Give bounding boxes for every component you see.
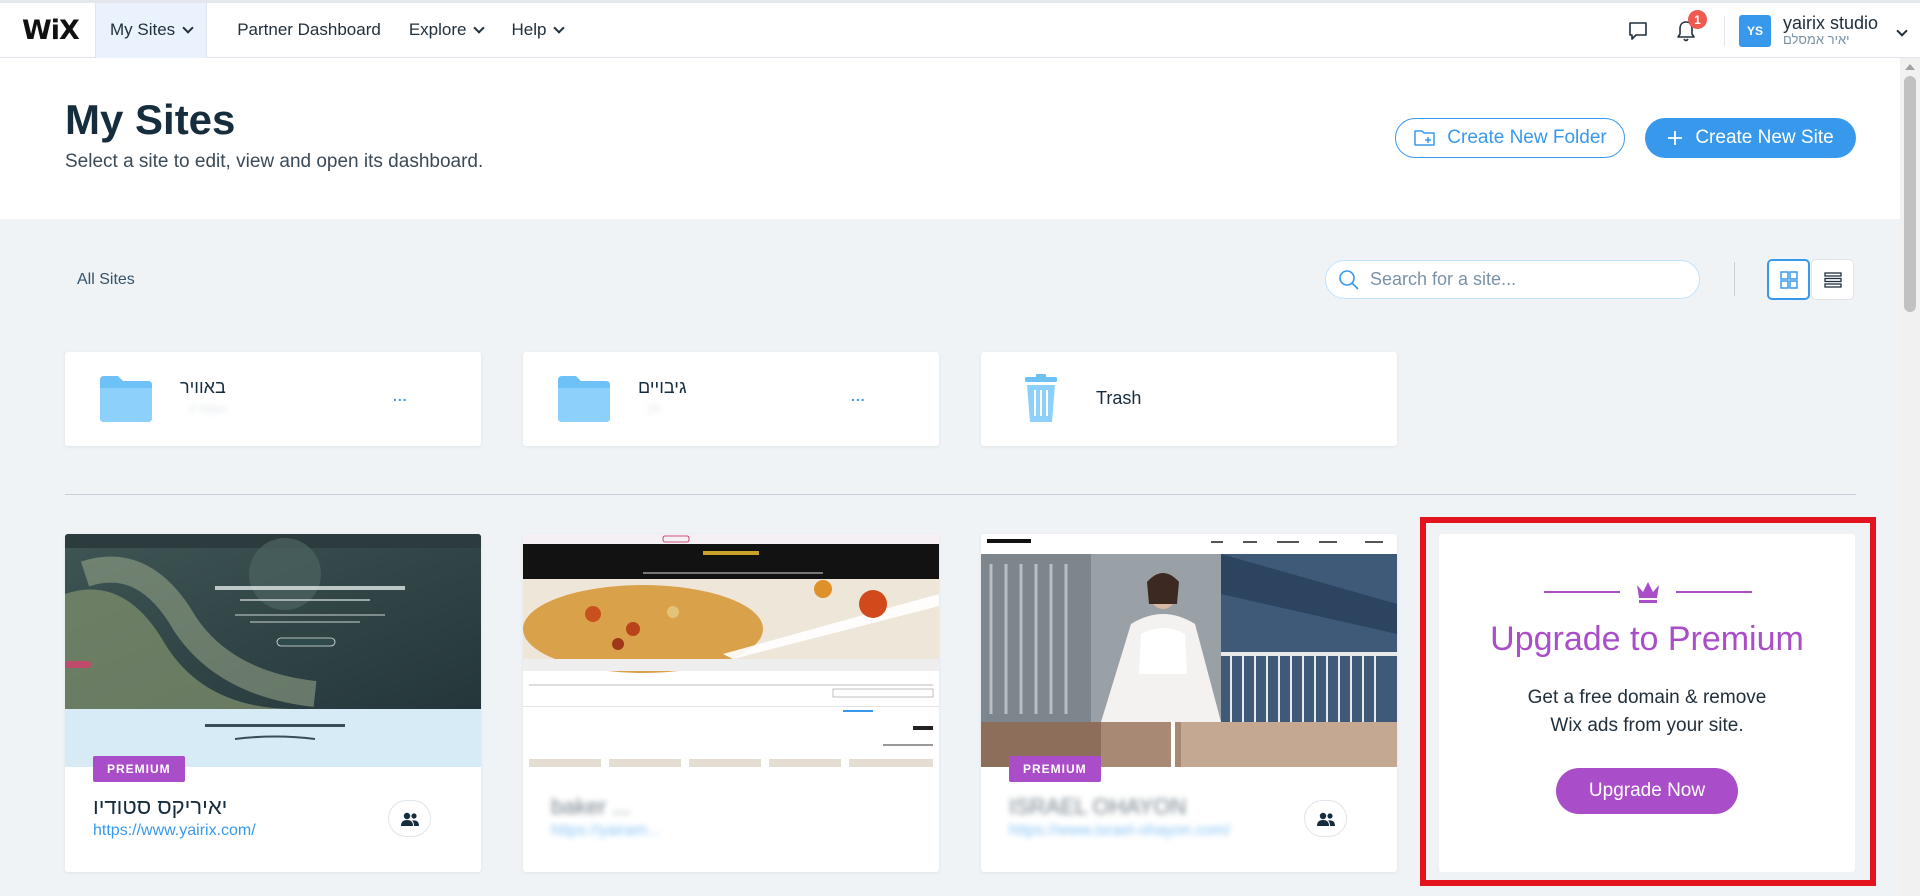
- nav-partner-dashboard[interactable]: Partner Dashboard: [223, 3, 395, 58]
- folder-icon: [558, 376, 610, 422]
- search-icon: [1339, 269, 1359, 290]
- create-new-site-button[interactable]: Create New Site: [1645, 118, 1856, 158]
- site-preview-image: [523, 534, 939, 767]
- nav-help[interactable]: Help: [497, 3, 577, 58]
- chevron-down-icon: [1896, 24, 1908, 37]
- site-name[interactable]: ISRAEL OHAYON: [1009, 794, 1186, 820]
- scroll-up-arrow-icon[interactable]: [1905, 64, 1915, 70]
- upgrade-title: Upgrade to Premium: [1490, 620, 1804, 658]
- folder-card[interactable]: באוויר 2 Sites ...: [65, 352, 481, 446]
- account-subname: יאיר אמסלם: [1782, 32, 1850, 48]
- upgrade-premium-card: Upgrade to Premium Get a free domain & r…: [1439, 534, 1855, 872]
- page-scrollbar[interactable]: [1900, 58, 1920, 896]
- collaborators-button[interactable]: [1304, 800, 1347, 837]
- grid-icon: [1779, 270, 1798, 289]
- site-url-link[interactable]: https://www.yairix.com/: [93, 822, 256, 840]
- nav-my-sites[interactable]: My Sites: [95, 2, 208, 58]
- nav-partner-dashboard-label: Partner Dashboard: [237, 20, 381, 39]
- people-icon: [1316, 812, 1335, 826]
- wix-logo[interactable]: WiX: [0, 15, 95, 46]
- topbar-divider: [1723, 15, 1725, 46]
- upgrade-now-button[interactable]: Upgrade Now: [1556, 768, 1738, 814]
- grid-view-button[interactable]: [1767, 259, 1810, 300]
- site-thumbnail[interactable]: [65, 534, 481, 767]
- search-placeholder: Search for a site...: [1370, 269, 1517, 289]
- site-thumbnail[interactable]: [981, 534, 1397, 767]
- chevron-down-icon: [473, 21, 486, 34]
- more-actions-button[interactable]: ...: [393, 388, 408, 404]
- create-new-site-label: Create New Site: [1695, 127, 1834, 148]
- folder-name: גיבויים: [638, 377, 687, 397]
- nav-explore-label: Explore: [408, 20, 467, 39]
- upgrade-description: Get a free domain & remove Wix ads from …: [1439, 684, 1855, 739]
- site-card[interactable]: PREMIUM ISRAEL OHAYON https://www.israel…: [981, 534, 1397, 872]
- folder-card[interactable]: גיבויים 24 ...: [523, 352, 939, 446]
- chat-icon: [1629, 21, 1647, 40]
- folder-name: באוויר: [180, 377, 226, 397]
- top-bar: WiX My Sites Partner Dashboard Explore H…: [0, 0, 1920, 58]
- account-info: yairix studio יאיר אמסלם: [1783, 13, 1878, 49]
- folder-icon: [100, 376, 152, 422]
- notifications-button[interactable]: 1: [1662, 3, 1710, 58]
- premium-badge: PREMIUM: [1009, 756, 1101, 782]
- site-thumbnail[interactable]: [523, 534, 939, 767]
- create-new-folder-button[interactable]: Create New Folder: [1395, 118, 1625, 158]
- search-input[interactable]: Search for a site...: [1325, 260, 1700, 299]
- site-url-link[interactable]: https://www.israel-ohayon.com/: [1009, 822, 1230, 840]
- upgrade-line-1: Get a free domain & remove: [1527, 687, 1767, 708]
- people-icon: [400, 812, 419, 826]
- create-new-folder-label: Create New Folder: [1447, 127, 1607, 148]
- site-card[interactable]: baker ... https://yairam...: [523, 534, 939, 872]
- messages-button[interactable]: [1614, 3, 1662, 58]
- site-preview-image: [65, 534, 481, 767]
- folder-count: 24: [647, 402, 661, 416]
- page-subtitle: Select a site to edit, view and open its…: [65, 151, 484, 172]
- crown-divider: [1544, 580, 1752, 604]
- list-icon: [1823, 271, 1842, 288]
- plus-icon: [1668, 131, 1683, 145]
- scroll-thumb[interactable]: [1904, 76, 1916, 312]
- chevron-down-icon: [182, 21, 194, 34]
- list-view-button[interactable]: [1811, 259, 1854, 300]
- page-title: My Sites: [65, 96, 236, 143]
- site-card[interactable]: PREMIUM יאיריקס סטודיו https://www.yairi…: [65, 534, 481, 872]
- page-header: My Sites Select a site to edit, view and…: [0, 58, 1900, 219]
- account-menu[interactable]: YS yairix studio יאיר אמסלם: [1738, 13, 1920, 49]
- trash-icon: [1025, 374, 1057, 422]
- account-name: yairix studio: [1782, 12, 1878, 33]
- more-actions-button[interactable]: ...: [851, 388, 866, 404]
- nav-my-sites-label: My Sites: [110, 20, 176, 39]
- site-url-link[interactable]: https://yairam...: [551, 822, 660, 840]
- notification-badge: 1: [1687, 10, 1707, 29]
- collaborators-button[interactable]: [388, 800, 431, 837]
- trash-card[interactable]: Trash: [981, 352, 1397, 446]
- crown-icon: [1637, 582, 1659, 603]
- folder-count: 2 Sites: [189, 402, 226, 416]
- all-sites-filter[interactable]: All Sites: [77, 271, 135, 289]
- topbar-actions: 1 YS yairix studio יאיר אמסלם: [1614, 3, 1920, 58]
- section-divider: [65, 494, 1856, 495]
- site-preview-image: [981, 534, 1397, 767]
- site-name[interactable]: יאיריקס סטודיו: [93, 794, 227, 820]
- add-folder-icon: [1414, 130, 1436, 146]
- nav-explore[interactable]: Explore: [395, 3, 498, 58]
- avatar: YS: [1738, 14, 1771, 47]
- toolbar-divider: [1734, 262, 1735, 296]
- chevron-down-icon: [553, 21, 566, 34]
- upgrade-line-2: Wix ads from your site.: [1550, 714, 1744, 736]
- crown-line: [1676, 591, 1752, 593]
- site-name[interactable]: baker ...: [551, 794, 630, 820]
- trash-label: Trash: [1096, 388, 1142, 408]
- premium-badge: PREMIUM: [93, 756, 185, 782]
- nav-help-label: Help: [511, 20, 547, 39]
- crown-line: [1544, 591, 1620, 593]
